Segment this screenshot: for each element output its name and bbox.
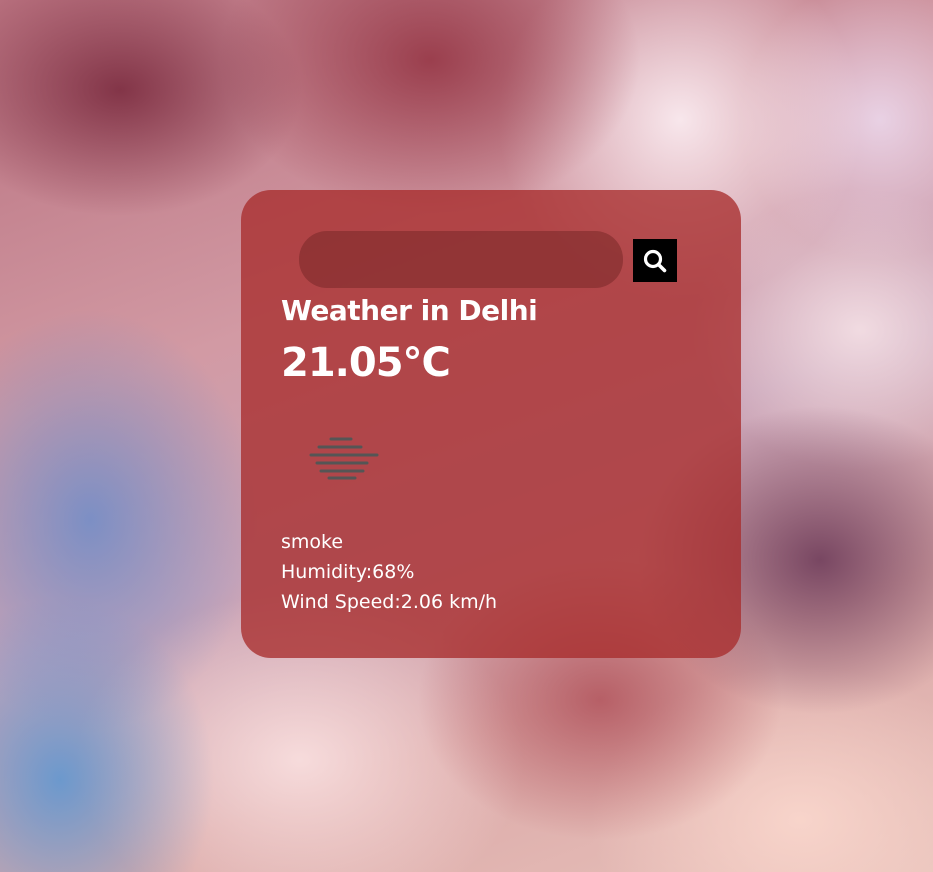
haze-icon <box>307 434 381 482</box>
temperature: 21.05°C <box>281 340 451 386</box>
search-input[interactable] <box>299 231 623 288</box>
search-button[interactable] <box>633 239 677 282</box>
wind-speed: Wind Speed:2.06 km/h <box>281 591 498 613</box>
weather-description: smoke <box>281 531 344 553</box>
city-title: Weather in Delhi <box>281 294 538 327</box>
weather-card: Weather in Delhi 21.05°C smoke Humidity:… <box>241 190 741 658</box>
search-icon <box>643 249 667 272</box>
search-bar <box>299 231 679 289</box>
humidity: Humidity:68% <box>281 561 415 583</box>
